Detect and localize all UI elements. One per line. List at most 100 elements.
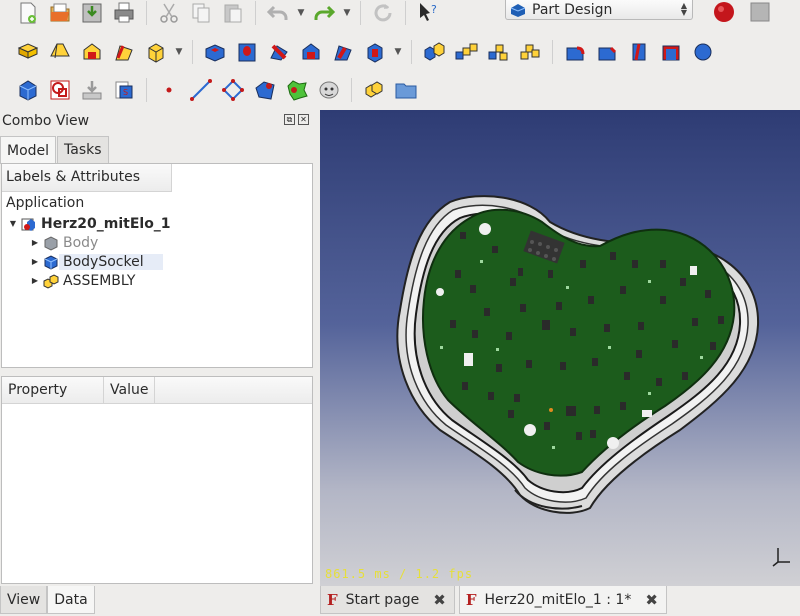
toolbar-separator (351, 77, 352, 102)
model-tree: Labels & Attributes Application ▼ Herz20… (1, 163, 313, 368)
part-icon (43, 273, 59, 289)
toolbar-separator (146, 1, 147, 25)
groove-icon[interactable] (265, 38, 293, 66)
revolution-icon[interactable] (46, 38, 74, 66)
redo-dropdown[interactable]: ▼ (342, 0, 352, 27)
sub-shape-binder-icon[interactable] (283, 76, 311, 104)
tab-data[interactable]: Data (47, 586, 95, 614)
tree-item-label: ASSEMBLY (63, 272, 136, 289)
tree-item-body[interactable]: ▶ Body (2, 233, 312, 252)
chamfer-icon[interactable] (593, 38, 621, 66)
tab-view[interactable]: View (0, 586, 48, 614)
hole-icon[interactable] (233, 38, 261, 66)
fps-counter: 861.5 ms / 1.2 fps (325, 567, 474, 581)
property-column-header[interactable]: Property (2, 377, 104, 403)
subtractive-pipe-icon[interactable] (329, 38, 357, 66)
subtractive-loft-icon[interactable] (297, 38, 325, 66)
part-design-toolbar: ▼ ▼ (0, 33, 800, 70)
fillet-icon[interactable] (561, 38, 589, 66)
workbench-selector[interactable]: Part Design ▲ ▼ (505, 0, 693, 20)
import-icon[interactable] (78, 76, 106, 104)
clone-icon[interactable] (315, 76, 343, 104)
datum-line-icon[interactable] (187, 76, 215, 104)
tab-label: Herz20_mitElo_1 : 1* (484, 591, 632, 608)
undo-icon[interactable] (264, 0, 292, 27)
local-cs-icon[interactable] (251, 76, 279, 104)
open-file-icon[interactable] (46, 0, 74, 27)
combo-tabs: Model Tasks (0, 136, 109, 164)
value-column-header[interactable]: Value (104, 377, 156, 403)
paste-icon[interactable] (219, 0, 247, 27)
subtractive-box-icon[interactable] (361, 38, 389, 66)
tab-document[interactable]: F Herz20_mitElo_1 : 1* ✖ (458, 586, 667, 614)
boolean-icon[interactable] (689, 38, 717, 66)
freecad-icon: F (465, 590, 477, 609)
draft-icon[interactable] (625, 38, 653, 66)
freecad-icon: F (327, 590, 338, 609)
whats-this-icon[interactable]: ? (414, 0, 442, 27)
toolbar-separator (411, 39, 412, 64)
copy-icon[interactable] (187, 0, 215, 27)
toolbar-separator (360, 1, 361, 25)
pocket-icon[interactable] (201, 38, 229, 66)
tab-tasks[interactable]: Tasks (57, 136, 109, 163)
print-icon[interactable] (110, 0, 138, 27)
property-view: Property Value (1, 376, 313, 584)
workbench-label: Part Design (532, 1, 613, 18)
record-macro-icon[interactable] (710, 0, 738, 26)
polar-pattern-icon[interactable] (484, 38, 512, 66)
body-icon[interactable] (14, 76, 42, 104)
datum-point-icon[interactable] (155, 76, 183, 104)
subtractive-primitive-dropdown[interactable]: ▼ (393, 38, 403, 66)
additive-primitive-dropdown[interactable]: ▼ (174, 38, 184, 66)
tab-model[interactable]: Model (0, 136, 57, 164)
datum-plane-icon[interactable] (219, 76, 247, 104)
collapsed-arrow-icon[interactable]: ▶ (29, 257, 41, 266)
toolbar-separator (405, 1, 406, 25)
close-tab-icon[interactable]: ✖ (433, 591, 446, 609)
tree-column-header[interactable]: Labels & Attributes (2, 164, 172, 192)
3d-viewport[interactable]: 861.5 ms / 1.2 fps (320, 110, 800, 586)
thickness-icon[interactable] (657, 38, 685, 66)
close-tab-icon[interactable]: ✖ (645, 591, 658, 609)
tab-start-page[interactable]: F Start page ✖ (320, 586, 455, 614)
close-icon[interactable]: ✕ (298, 114, 309, 125)
tree-item-assembly[interactable]: ▶ ASSEMBLY (2, 271, 312, 290)
document-name: Herz20_mitElo_1 (41, 215, 171, 232)
tree-item-label: Body (63, 234, 99, 251)
undo-dropdown[interactable]: ▼ (296, 0, 306, 27)
float-icon[interactable]: ⧉ (284, 114, 295, 125)
part-icon[interactable] (360, 76, 388, 104)
body-toolbar: S (0, 71, 800, 108)
additive-pipe-icon[interactable] (110, 38, 138, 66)
shape-binder-icon[interactable]: S (110, 76, 138, 104)
tab-label: Start page (345, 591, 420, 608)
property-header: Property Value (2, 377, 312, 404)
pad-icon[interactable] (14, 38, 42, 66)
collapsed-arrow-icon[interactable]: ▶ (29, 238, 41, 247)
sketch-icon[interactable] (46, 76, 74, 104)
group-icon[interactable] (392, 76, 420, 104)
tree-section-application: Application (6, 195, 85, 211)
save-icon[interactable] (78, 0, 106, 27)
linear-pattern-icon[interactable] (452, 38, 480, 66)
heart-pcb-model[interactable] (320, 110, 800, 586)
new-file-icon[interactable] (14, 0, 42, 27)
part-design-icon (510, 3, 526, 17)
stop-macro-icon[interactable] (746, 0, 774, 26)
collapsed-arrow-icon[interactable]: ▶ (29, 276, 41, 285)
tree-item-document[interactable]: ▼ Herz20_mitElo_1 (2, 214, 312, 233)
tree-item-bodysockel[interactable]: ▶ BodySockel (2, 252, 312, 271)
expanded-arrow-icon[interactable]: ▼ (7, 219, 19, 228)
additive-loft-icon[interactable] (78, 38, 106, 66)
property-tabs: View Data (0, 586, 95, 614)
refresh-icon[interactable] (369, 0, 397, 27)
mirrored-icon[interactable] (420, 38, 448, 66)
body-icon (44, 254, 58, 270)
combo-view-title: Combo View (2, 113, 90, 129)
cut-icon[interactable] (155, 0, 183, 27)
multi-transform-icon[interactable] (516, 38, 544, 66)
redo-icon[interactable] (310, 0, 338, 27)
svg-text:?: ? (431, 3, 437, 16)
additive-box-icon[interactable] (142, 38, 170, 66)
